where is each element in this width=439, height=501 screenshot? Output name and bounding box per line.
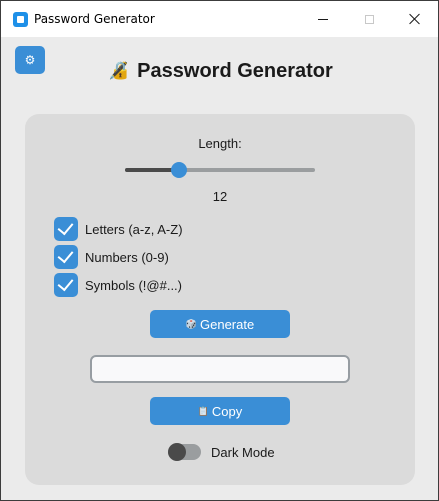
app-window: Password Generator ⚙ 🔏 Password Generato… — [0, 0, 439, 501]
symbols-label: Symbols (!@#...) — [85, 277, 182, 293]
close-button[interactable] — [392, 1, 438, 37]
close-icon — [409, 13, 421, 25]
copy-label: Copy — [211, 403, 243, 419]
page-header: 🔏 Password Generator — [108, 58, 333, 84]
symbols-checkbox[interactable] — [54, 273, 78, 297]
dark-mode-toggle-row[interactable]: Dark Mode — [168, 442, 275, 462]
dice-icon: 🎲 — [185, 318, 197, 329]
numbers-checkbox[interactable] — [54, 245, 78, 269]
letters-label: Letters (a-z, A-Z) — [85, 221, 183, 237]
maximize-icon — [364, 14, 374, 24]
generate-label: Generate — [200, 316, 255, 332]
app-icon — [13, 12, 28, 27]
settings-icon: ⚙ — [24, 53, 36, 67]
page-title: Password Generator — [137, 59, 333, 82]
clipboard-icon: 📋 — [197, 405, 209, 416]
title-bar: Password Generator — [1, 1, 438, 37]
maximize-button[interactable] — [346, 1, 392, 37]
slider-thumb[interactable] — [171, 162, 187, 178]
numbers-label: Numbers (0-9) — [85, 249, 169, 265]
length-slider[interactable] — [125, 160, 315, 180]
length-value: 12 — [212, 189, 228, 204]
letters-option[interactable]: Letters (a-z, A-Z) — [54, 217, 183, 241]
lock-key-icon: 🔏 — [108, 61, 130, 81]
password-output-field[interactable] — [90, 355, 350, 383]
numbers-option[interactable]: Numbers (0-9) — [54, 245, 169, 269]
minimize-button[interactable] — [300, 1, 346, 37]
window-title: Password Generator — [34, 12, 155, 26]
letters-checkbox[interactable] — [54, 217, 78, 241]
symbols-option[interactable]: Symbols (!@#...) — [54, 273, 182, 297]
generate-button[interactable]: 🎲 Generate — [150, 310, 290, 338]
length-label: Length: — [198, 136, 242, 151]
switch-knob — [168, 443, 186, 461]
generator-panel: Length: 12 Letters (a-z, A-Z) Numbers (0… — [25, 114, 415, 485]
copy-button[interactable]: 📋 Copy — [150, 397, 290, 425]
settings-button[interactable]: ⚙ — [15, 46, 45, 74]
dark-mode-switch[interactable] — [168, 443, 201, 461]
minimize-icon — [318, 18, 328, 20]
dark-mode-label: Dark Mode — [211, 444, 275, 460]
